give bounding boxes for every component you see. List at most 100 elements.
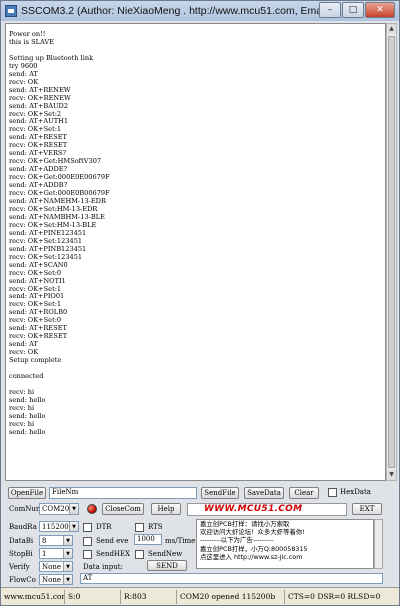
terminal-line: connected — [9, 371, 44, 380]
stopbits-value: 1 — [42, 550, 47, 558]
status-recv-count: R:803 — [121, 590, 177, 604]
chevron-down-icon: ▼ — [69, 504, 78, 514]
flowctrl-label: FlowCo — [9, 576, 36, 584]
terminal-line: send: AT+PIO01 — [9, 292, 65, 301]
port-status-light-icon — [87, 504, 97, 514]
chevron-down-icon: ▼ — [63, 549, 72, 558]
chevron-down-icon: ▼ — [63, 536, 72, 545]
data-input-field[interactable]: AT — [80, 573, 383, 584]
interval-input[interactable]: 1000 — [134, 534, 162, 545]
baud-label: BaudRa — [9, 523, 37, 531]
status-sent-count: S:0 — [65, 590, 121, 604]
terminal-line: send: AT+NOTI1 — [9, 276, 66, 285]
app-icon — [5, 5, 17, 17]
window-title: SSCOM3.2 (Author: NieXiaoMeng . http://w… — [21, 5, 339, 17]
terminal-scrollbar[interactable]: ▲ ▼ — [386, 23, 397, 481]
ad-line: 嘉立创PCB打样：请找小万索取 — [200, 520, 290, 528]
status-bar: www.mcu51.com S:0 R:803 COM20 opened 115… — [1, 587, 399, 605]
hexdata-checkbox[interactable] — [328, 488, 337, 497]
terminal-line: this is SLAVE — [9, 37, 54, 46]
send-every-label: Send eve — [96, 537, 129, 545]
dtr-label: DTR — [96, 523, 112, 531]
status-port: COM20 opened 115200b — [177, 590, 285, 604]
dtr-checkbox[interactable] — [83, 523, 92, 532]
ad-line[interactable]: 点这里进入 http://www.sz-jlc.com — [197, 553, 373, 561]
terminal-text: Power on!! this is SLAVE Setting up Bluet… — [6, 24, 385, 437]
terminal-line: recv: OK+Set:1 — [9, 284, 62, 293]
minimize-button[interactable]: – — [319, 2, 341, 18]
chevron-down-icon: ▼ — [63, 575, 72, 584]
ad-box[interactable]: 嘉立创PCB打样：请找小万索取 欢迎访问大虾论坛！众多大虾等着你! ------… — [196, 519, 374, 569]
terminal-line: send: AT+AUTH1 — [9, 117, 69, 126]
terminal-line: send: hello — [9, 427, 46, 436]
send-every-checkbox[interactable] — [83, 537, 92, 546]
verify-value: None — [42, 563, 61, 571]
terminal-line: send: AT+ROLB0 — [9, 308, 68, 317]
help-button[interactable]: Help — [151, 503, 181, 515]
clear-button[interactable]: Clear — [289, 487, 319, 499]
send-button[interactable]: SEND — [147, 560, 187, 571]
openfile-button[interactable]: OpenFile — [8, 487, 46, 499]
baud-value: 115200 — [42, 523, 69, 531]
rts-checkbox[interactable] — [135, 523, 144, 532]
chevron-down-icon: ▼ — [63, 562, 72, 571]
terminal-line: Setting up Bluetooth link — [9, 53, 94, 62]
scroll-up-icon[interactable]: ▲ — [387, 24, 396, 34]
verify-label: Verify — [9, 563, 30, 571]
stopbits-label: StopBi — [9, 550, 33, 558]
title-bar[interactable]: SSCOM3.2 (Author: NieXiaoMeng . http://w… — [1, 1, 399, 21]
chevron-down-icon: ▼ — [69, 522, 78, 531]
hexdata-label: HexData — [340, 488, 371, 496]
ad-line: 嘉立创PCB打样，小万Q:800058315 — [200, 544, 308, 553]
terminal-line: recv: OK — [9, 348, 39, 357]
terminal-line: send: AT — [9, 69, 38, 78]
terminal-line: Power on!! — [9, 30, 46, 38]
databits-value: 8 — [42, 537, 47, 545]
filename-input[interactable]: FileNm — [49, 487, 197, 499]
app-window: SSCOM3.2 (Author: NieXiaoMeng . http://w… — [0, 0, 400, 606]
status-site: www.mcu51.com — [1, 590, 65, 604]
close-button[interactable]: ✕ — [365, 2, 395, 18]
closecom-button[interactable]: CloseCom — [102, 503, 144, 515]
status-lines: CTS=0 DSR=0 RLSD=0 — [288, 592, 381, 601]
comnum-label: ComNum — [9, 505, 43, 513]
databits-label: DataBi — [9, 537, 34, 545]
interval-unit: ms/Time — [165, 537, 196, 545]
scroll-down-icon[interactable]: ▼ — [387, 470, 396, 480]
sendfile-button[interactable]: SendFile — [201, 487, 239, 499]
terminal-line: recv: hi — [9, 387, 35, 396]
sendnew-checkbox[interactable] — [135, 550, 144, 559]
terminal-line: send: AT+SCAN0 — [9, 260, 68, 269]
banner-text[interactable]: WWW.MCU51.COM — [204, 504, 302, 514]
verify-select[interactable]: None ▼ — [39, 561, 73, 572]
ad-line: ---------以下为广告--------- — [200, 536, 274, 545]
flowctrl-value: None — [42, 576, 61, 584]
terminal-line: send: hello — [9, 395, 46, 404]
terminal-line: recv: hi — [9, 419, 35, 428]
datainput-label: Data input: — [83, 563, 123, 571]
terminal-line: Setup complete — [9, 356, 62, 365]
scroll-thumb[interactable] — [388, 36, 395, 468]
ad-scrollbar[interactable] — [374, 519, 383, 569]
terminal-line: send: AT — [9, 340, 38, 349]
databits-select[interactable]: 8 ▼ — [39, 535, 73, 546]
sendhex-checkbox[interactable] — [83, 550, 92, 559]
ext-button[interactable]: EXT — [352, 503, 382, 515]
baud-select[interactable]: 115200 ▼ — [39, 521, 79, 532]
terminal-line: send: hello — [9, 411, 46, 420]
terminal-line: try 9600 — [9, 61, 38, 70]
stopbits-select[interactable]: 1 ▼ — [39, 548, 73, 559]
maximize-button[interactable]: □ — [342, 2, 364, 18]
terminal-line: recv: OK+RESET — [9, 332, 68, 341]
terminal-line: recv: hi — [9, 403, 35, 412]
sendnew-label: SendNew — [148, 550, 183, 558]
sendhex-label: SendHEX — [96, 550, 131, 558]
terminal-line: send: AT+BAUD2 — [9, 101, 69, 110]
flowctrl-select[interactable]: None ▼ — [39, 574, 73, 585]
savedata-button[interactable]: SaveData — [244, 487, 284, 499]
com-select[interactable]: COM20 ▼ — [39, 503, 79, 515]
receive-terminal[interactable]: Power on!! this is SLAVE Setting up Bluet… — [5, 23, 386, 481]
window-controls: – □ ✕ — [319, 2, 395, 18]
